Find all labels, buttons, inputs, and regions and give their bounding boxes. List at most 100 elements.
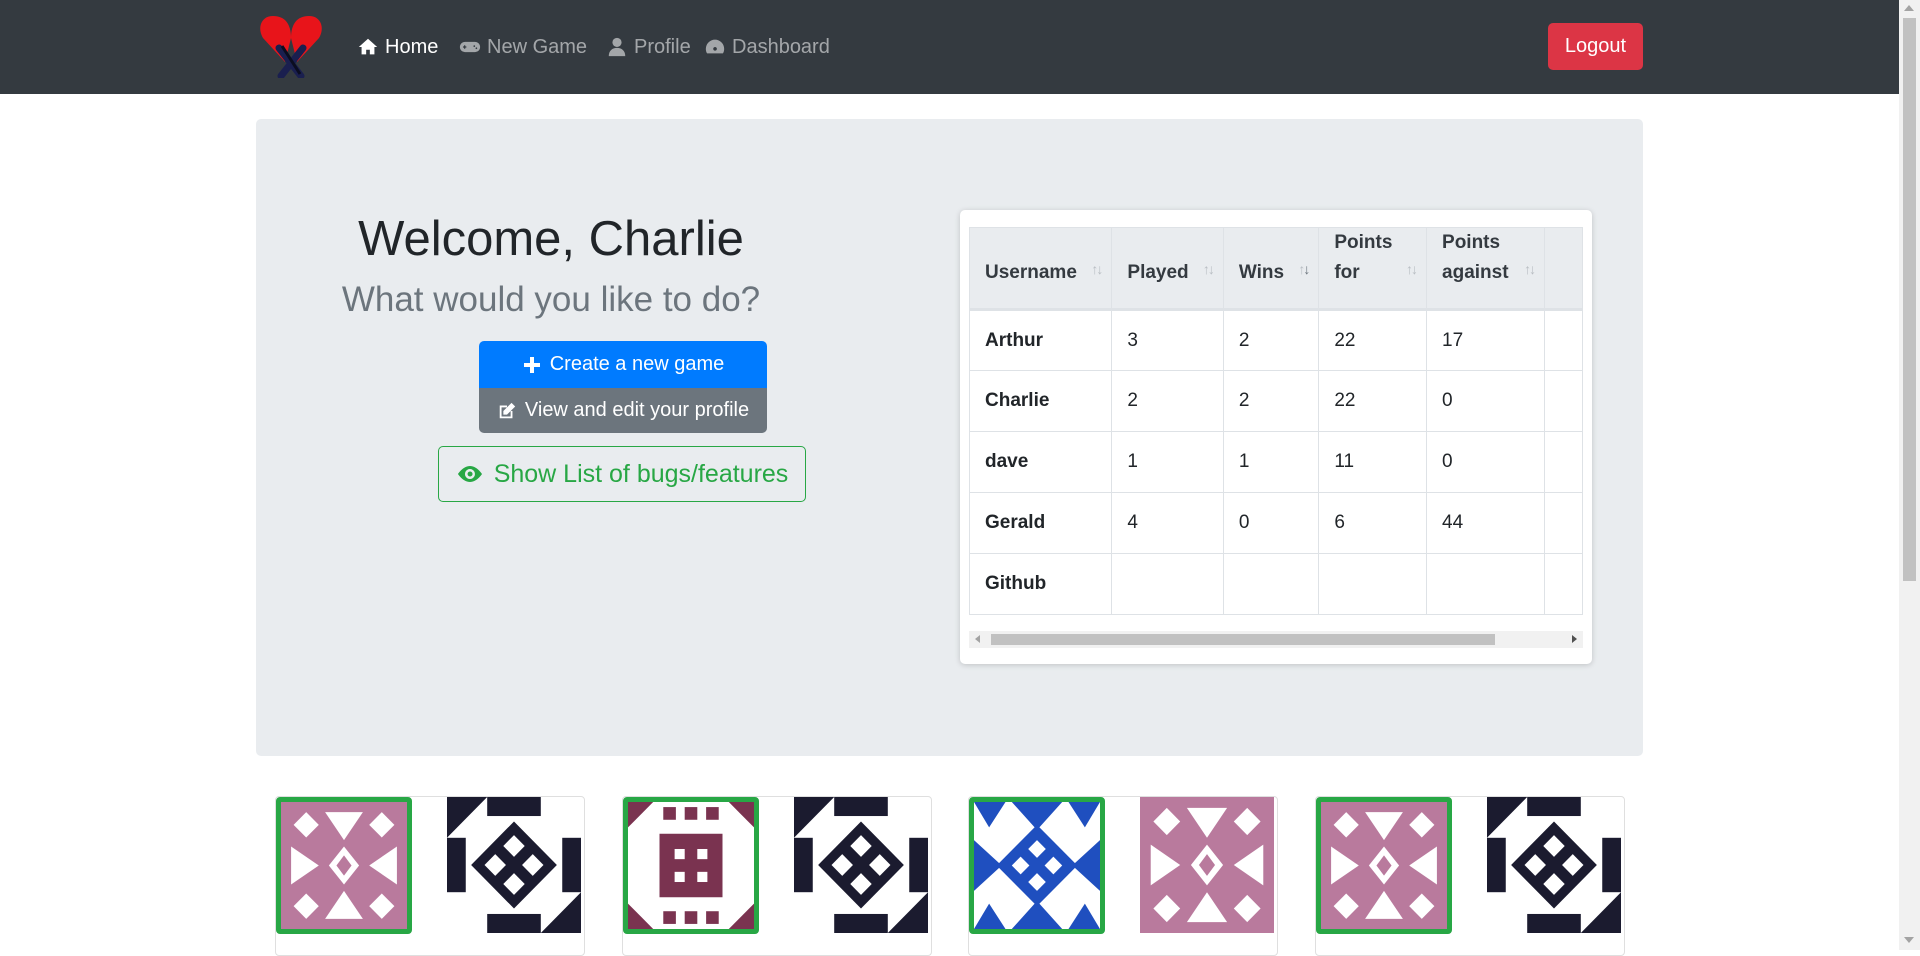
page-scrollbar[interactable] xyxy=(1899,0,1920,950)
stat-cell: 11 xyxy=(1318,431,1428,493)
opponent-avatar-navy xyxy=(447,797,581,933)
welcome-jumbotron: Welcome, Charlie What would you like to … xyxy=(256,119,1643,756)
stat-cell: 1 xyxy=(1111,431,1224,493)
winner-avatar-pink xyxy=(276,797,412,934)
nav-new-game-label: New Game xyxy=(487,36,588,58)
edit-profile-button[interactable]: View and edit your profile xyxy=(479,388,767,433)
stat-cell: 0 xyxy=(1222,492,1320,554)
stat-cell: 0 xyxy=(1426,431,1546,493)
stat-cell: 22 xyxy=(1318,370,1428,432)
column-header-label: Points against xyxy=(1442,232,1509,283)
username-cell: Charlie xyxy=(969,370,1113,432)
stat-cell xyxy=(1318,553,1428,615)
edit-icon xyxy=(499,402,516,418)
opponent-avatar-navy xyxy=(1487,797,1621,933)
scroll-left-icon[interactable] xyxy=(975,635,980,643)
stat-cell: 0 xyxy=(1426,370,1546,432)
logo-heart-paddles-icon[interactable] xyxy=(255,12,327,80)
table-row[interactable]: Github xyxy=(969,553,1583,615)
stat-cell: 6 xyxy=(1318,492,1428,554)
sort-icon: ↑↓ xyxy=(1091,261,1103,277)
username-cell: Arthur xyxy=(969,309,1113,371)
plus-icon xyxy=(523,356,540,373)
welcome-subtitle: What would you like to do? xyxy=(341,280,761,319)
leaderboard-scroll-area[interactable]: Username ↑↓ Played ↑↓ Wins ↑↓ Points for… xyxy=(969,227,1583,629)
nav-home[interactable]: Home xyxy=(357,34,438,60)
opponent-avatar-pink xyxy=(1140,797,1274,933)
username-cell: Github xyxy=(969,553,1113,615)
stat-cell xyxy=(1111,553,1224,615)
game-card[interactable] xyxy=(275,796,585,956)
scroll-down-icon[interactable] xyxy=(1904,937,1914,943)
edit-profile-label: View and edit your profile xyxy=(524,399,750,421)
nav-new-game[interactable]: New Game xyxy=(459,34,587,60)
create-game-button[interactable]: Create a new game xyxy=(479,341,767,388)
table-row[interactable]: Charlie 2 2 22 0 xyxy=(969,370,1583,432)
logout-button[interactable]: Logout xyxy=(1548,23,1643,70)
table-row[interactable]: Gerald 4 0 6 44 xyxy=(969,492,1583,554)
nav-home-label: Home xyxy=(385,36,439,58)
overflow-cell xyxy=(1544,309,1583,371)
leaderboard-table: Username ↑↓ Played ↑↓ Wins ↑↓ Points for… xyxy=(969,227,1583,615)
nav-dashboard[interactable]: Dashboard xyxy=(704,34,830,60)
nav-profile[interactable]: Profile xyxy=(606,34,691,60)
column-header-label: Username xyxy=(985,262,1077,283)
stat-cell: 17 xyxy=(1426,309,1546,371)
eye-icon xyxy=(457,466,482,482)
table-row[interactable]: Arthur 3 2 22 17 xyxy=(969,309,1583,371)
overflow-cell xyxy=(1544,370,1583,432)
stat-cell: 1 xyxy=(1222,431,1320,493)
game-card[interactable] xyxy=(1315,796,1625,956)
horizontal-scroll-thumb[interactable] xyxy=(991,634,1495,645)
column-header-wins[interactable]: Wins ↑↓ xyxy=(1222,227,1320,311)
stat-cell: 22 xyxy=(1318,309,1428,371)
winner-avatar-blue xyxy=(969,797,1105,934)
welcome-title: Welcome, Charlie xyxy=(358,212,744,266)
column-header-played[interactable]: Played ↑↓ xyxy=(1111,227,1224,311)
show-bugs-button[interactable]: Show List of bugs/features xyxy=(438,446,806,502)
overflow-cell xyxy=(1544,492,1583,554)
stat-cell xyxy=(1426,553,1546,615)
nav-profile-label: Profile xyxy=(634,36,691,58)
leaderboard-body: Arthur 3 2 22 17 Charlie 2 2 22 0 dave 1 1 11 0 Gerald 4… xyxy=(969,309,1583,615)
scroll-up-icon[interactable] xyxy=(1904,5,1914,11)
stat-cell: 44 xyxy=(1426,492,1546,554)
user-icon xyxy=(608,37,626,57)
opponent-avatar-navy xyxy=(794,797,928,933)
winner-avatar-maroon xyxy=(623,797,759,934)
tachometer-icon xyxy=(705,39,725,54)
table-row[interactable]: dave 1 1 11 0 xyxy=(969,431,1583,493)
overflow-cell xyxy=(1544,553,1583,615)
stat-cell: 4 xyxy=(1111,492,1224,554)
column-header-label: Points for xyxy=(1334,232,1393,283)
stat-cell: 2 xyxy=(1111,370,1224,432)
game-card[interactable] xyxy=(622,796,932,956)
show-bugs-label: Show List of bugs/features xyxy=(493,459,789,488)
overflow-cell xyxy=(1544,431,1583,493)
nav-dashboard-label: Dashboard xyxy=(732,36,830,58)
column-header-points-against[interactable]: Points against ↑↓ xyxy=(1426,227,1546,311)
column-header-points-for[interactable]: Points for ↑↓ xyxy=(1318,227,1428,311)
home-icon xyxy=(358,38,378,55)
stat-cell xyxy=(1222,553,1320,615)
sort-icon: ↑↓ xyxy=(1524,261,1536,277)
page-scroll-thumb[interactable] xyxy=(1903,18,1916,581)
column-header-username[interactable]: Username ↑↓ xyxy=(969,227,1113,311)
scroll-right-icon[interactable] xyxy=(1572,635,1577,643)
gamepad-icon xyxy=(459,41,481,53)
sort-descending-icon: ↑↓ xyxy=(1298,261,1310,277)
horizontal-scrollbar[interactable] xyxy=(969,631,1583,648)
sort-icon: ↑↓ xyxy=(1406,261,1418,277)
game-card[interactable] xyxy=(968,796,1278,956)
column-header-overflow xyxy=(1544,227,1583,311)
column-header-label: Played xyxy=(1127,262,1189,283)
sort-icon: ↑↓ xyxy=(1202,261,1215,277)
column-header-label: Wins xyxy=(1238,262,1285,283)
username-cell: Gerald xyxy=(969,492,1113,554)
stat-cell: 3 xyxy=(1111,309,1224,371)
leaderboard-card: Username ↑↓ Played ↑↓ Wins ↑↓ Points for… xyxy=(960,210,1592,664)
create-game-label: Create a new game xyxy=(549,353,725,375)
navbar: Home New Game Profile Dashboard Logout xyxy=(0,0,1899,94)
winner-avatar-pink xyxy=(1316,797,1452,934)
stat-cell: 2 xyxy=(1222,370,1320,432)
